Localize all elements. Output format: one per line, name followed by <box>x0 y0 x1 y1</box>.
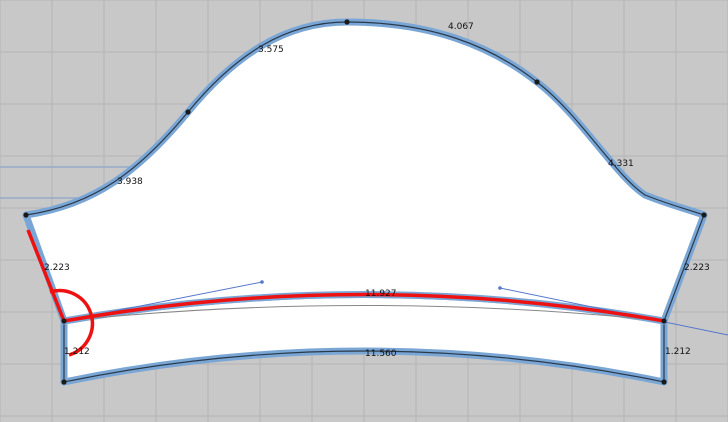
vertex-point[interactable] <box>344 19 350 25</box>
dim-label-cuff-left: 1.212 <box>64 347 90 357</box>
vertex-point[interactable] <box>23 212 29 218</box>
dim-label-side-right: 2.223 <box>684 263 710 273</box>
vertex-point[interactable] <box>61 379 67 385</box>
dim-label-cap-right-lower: 4.331 <box>608 159 634 169</box>
dim-label-cap-left-top: 3.575 <box>258 45 284 55</box>
pattern-canvas[interactable]: 3.938 3.575 4.067 4.331 2.223 2.223 11.9… <box>0 0 728 422</box>
vertex-point[interactable] <box>61 318 67 324</box>
tangent-handle-left-point[interactable] <box>260 280 264 284</box>
dim-label-seam-curve: 11.927 <box>365 289 397 299</box>
vertex-point[interactable] <box>661 318 667 324</box>
vertex-point[interactable] <box>701 212 707 218</box>
dim-label-side-left: 2.223 <box>44 263 70 273</box>
vertex-point[interactable] <box>534 79 540 85</box>
dim-label-cap-left-upper: 3.938 <box>117 177 143 187</box>
dim-label-cuff-bottom: 11.560 <box>365 349 397 359</box>
dim-label-cap-right-top: 4.067 <box>448 22 474 32</box>
vertex-point[interactable] <box>661 379 667 385</box>
vertex-point[interactable] <box>185 109 191 115</box>
tangent-handle-right-point[interactable] <box>498 286 502 290</box>
dim-label-cuff-right: 1.212 <box>665 347 691 357</box>
